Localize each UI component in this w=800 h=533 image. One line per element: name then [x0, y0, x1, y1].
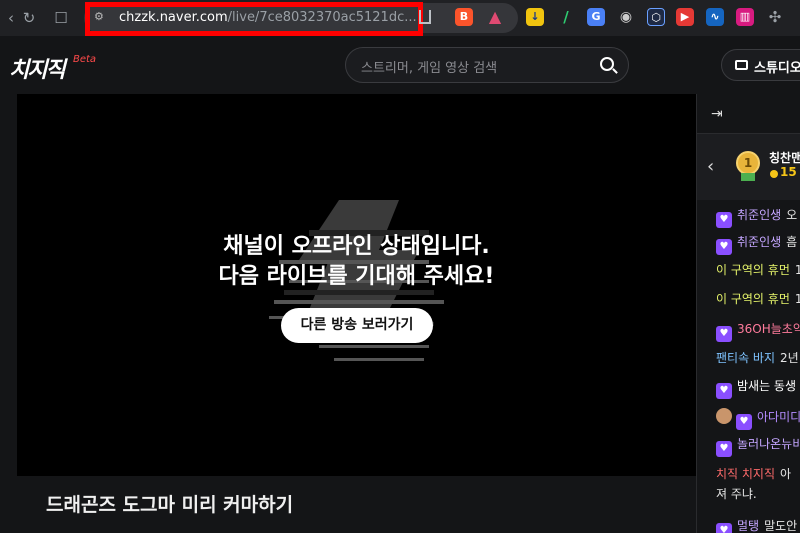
chat-message[interactable]: 이 구역의 휴먼 1	[716, 262, 800, 278]
browser-toolbar: ‹ ↻ ☐ ⚙ chzzk.naver.com/live/7ce8032370a…	[0, 0, 800, 36]
chat-message[interactable]: ♥ 놀러나온뉴비	[716, 436, 800, 457]
chat-message-text: 1	[795, 263, 800, 277]
download-extension-icon[interactable]: ↓	[526, 8, 544, 26]
video-player[interactable]: 채널이 오프라인 상태입니다. 다음 라이브를 기대해 주세요! 다른 방송 보…	[17, 94, 696, 476]
chat-message-text: 흠	[786, 235, 798, 249]
offline-message-line2: 다음 라이브를 기대해 주세요!	[218, 264, 495, 289]
brave-rewards-icon[interactable]: ▲	[486, 8, 504, 26]
medal-ribbon-icon	[741, 173, 755, 181]
chat-message[interactable]: ♥ 밤새는 동생	[716, 378, 796, 399]
chat-nickname[interactable]: 치직 치지직	[716, 467, 775, 481]
reload-icon[interactable]: ↻	[18, 7, 40, 29]
pen-extension-icon[interactable]: /	[557, 8, 575, 26]
subscriber-badge-icon: ♥	[716, 383, 732, 399]
lightbulb-extension-icon[interactable]: ◉	[617, 8, 635, 26]
top-donor-amount: 15	[780, 165, 797, 179]
chat-message-text: 1	[795, 292, 800, 306]
search-placeholder: 스트리머, 게임 영상 검색	[361, 61, 498, 76]
share-icon[interactable]	[419, 10, 431, 24]
other-stream-button[interactable]: 다른 방송 보러가기	[281, 308, 433, 343]
chzzk-logo[interactable]: 치지직	[9, 52, 66, 84]
chat-nickname[interactable]: 이 구역의 휴먼	[716, 263, 790, 277]
studio-label: 스튜디오	[754, 61, 800, 76]
brave-shield-icon[interactable]: B	[455, 8, 473, 26]
stream-title: 드래곤즈 도그마 미리 커마하기	[46, 494, 294, 516]
chat-nickname[interactable]: 아다미디	[757, 410, 800, 424]
offline-message-line1: 채널이 오프라인 상태입니다.	[223, 234, 490, 259]
chat-message[interactable]: ♥ 멀탱 말도안	[716, 518, 797, 533]
subscriber-badge-icon: ♥	[716, 212, 732, 228]
chat-message[interactable]: ♥ 취준인생 오	[716, 207, 797, 228]
medal-icon: 1	[736, 151, 760, 175]
cheese-coin-icon	[770, 170, 778, 178]
chat-message-text: 져 주냐.	[716, 487, 757, 501]
subscriber-badge-icon: ♥	[716, 326, 732, 342]
translate-extension-icon[interactable]: G	[587, 8, 605, 26]
chat-nickname[interactable]: 취준인생	[737, 208, 781, 222]
url-highlight-box	[85, 2, 423, 36]
video-extension-icon[interactable]: ▶	[676, 8, 694, 26]
search-input[interactable]: 스트리머, 게임 영상 검색	[345, 47, 629, 83]
bar-extension-icon[interactable]: ▥	[736, 8, 754, 26]
subscriber-badge-icon: ♥	[716, 523, 732, 533]
chat-message-text: 오	[786, 208, 798, 222]
chat-nickname[interactable]: 밤새는 동생	[737, 379, 796, 393]
chat-message[interactable]: 져 주냐.	[716, 486, 757, 502]
puzzle-icon[interactable]: ✣	[766, 8, 784, 26]
chat-message[interactable]: 팬티속 바지 2년	[716, 350, 799, 366]
subscriber-badge-icon: ♥	[716, 441, 732, 457]
chat-nickname[interactable]: 멀탱	[737, 519, 759, 533]
studio-button[interactable]: 스튜디오	[721, 49, 800, 81]
chat-message[interactable]: 이 구역의 휴먼 1	[716, 291, 800, 307]
logo-beta-label: Beta	[73, 54, 97, 65]
chat-message[interactable]: ♥ 36OH늘초약	[716, 321, 800, 342]
screen: ‹ ↻ ☐ ⚙ chzzk.naver.com/live/7ce8032370a…	[0, 0, 800, 533]
chat-message-text: 말도안	[764, 519, 798, 533]
emoji-icon	[716, 408, 732, 424]
chat-message[interactable]: ♥ 아다미디	[716, 408, 800, 430]
subscriber-badge-icon: ♥	[716, 239, 732, 255]
chat-nickname[interactable]: 취준인생	[737, 235, 781, 249]
chat-nickname[interactable]: 팬티속 바지	[716, 351, 775, 365]
chat-message-text: 2년	[780, 351, 799, 365]
bookmark-icon[interactable]: ☐	[50, 7, 72, 29]
chevron-left-icon[interactable]: ‹	[707, 156, 714, 177]
chat-nickname[interactable]: 36OH늘초약	[737, 322, 800, 336]
chat-message[interactable]: 치직 치지직 아	[716, 466, 791, 482]
collapse-chat-icon[interactable]: ⇥	[711, 106, 723, 122]
top-donor-banner[interactable]: ‹ 1 칭찬맨 15	[697, 134, 800, 200]
camera-icon	[735, 60, 748, 70]
top-donor-name: 칭찬맨	[769, 151, 800, 165]
chat-message-text: 아	[780, 467, 792, 481]
search-icon[interactable]	[600, 57, 614, 71]
chat-nickname[interactable]: 이 구역의 휴먼	[716, 292, 790, 306]
site-header: 치지직 Beta 스트리머, 게임 영상 검색 스튜디오	[0, 36, 800, 94]
chat-nickname[interactable]: 놀러나온뉴비	[737, 437, 800, 451]
chat-message[interactable]: ♥ 취준인생 흠	[716, 234, 797, 255]
chat-panel: ⇥ ‹ 1 칭찬맨 15 ♥취준인생오♥취준인생흠이 구역의 휴먼1이 구역의 …	[696, 94, 800, 533]
chart-extension-icon[interactable]: ∿	[706, 8, 724, 26]
subscriber-badge-icon: ♥	[736, 414, 752, 430]
hex-extension-icon[interactable]: ⬡	[647, 8, 665, 26]
